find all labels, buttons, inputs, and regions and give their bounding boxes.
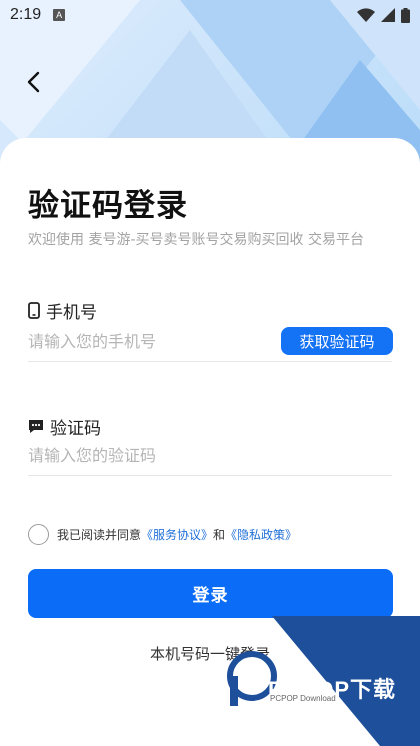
login-button[interactable]: 登录: [28, 569, 393, 618]
phone-label: 手机号: [28, 298, 97, 323]
get-code-button[interactable]: 获取验证码: [281, 327, 393, 355]
phone-label-text: 手机号: [46, 303, 97, 323]
agreement-checkbox[interactable]: [28, 524, 49, 545]
phone-icon: [28, 302, 40, 319]
status-time: 2:19: [10, 6, 42, 23]
code-input[interactable]: [28, 436, 392, 476]
agreement-row: 我已阅读并同意 《服务协议》 和 《隐私政策》: [28, 524, 297, 545]
page-subtitle: 欢迎使用 麦号游-买号卖号账号交易购买回收 交易平台: [28, 232, 364, 248]
chevron-left-icon: [27, 71, 40, 93]
agreement-and: 和: [213, 528, 226, 542]
back-button[interactable]: [20, 68, 48, 96]
message-icon: [29, 420, 43, 433]
notification-icon: A: [53, 9, 66, 21]
page-title: 验证码登录: [28, 188, 188, 224]
status-icons: [357, 7, 410, 23]
battery-icon: [401, 7, 410, 23]
signal-icon: [381, 8, 395, 22]
agreement-prefix: 我已阅读并同意: [57, 528, 142, 542]
service-agreement-link[interactable]: 《服务协议》: [141, 526, 213, 543]
watermark-subtext: PCPOP Download: [270, 694, 336, 703]
privacy-policy-link[interactable]: 《隐私政策》: [225, 526, 297, 543]
wifi-icon: [357, 8, 375, 22]
status-bar: 2:19 A: [0, 0, 420, 30]
